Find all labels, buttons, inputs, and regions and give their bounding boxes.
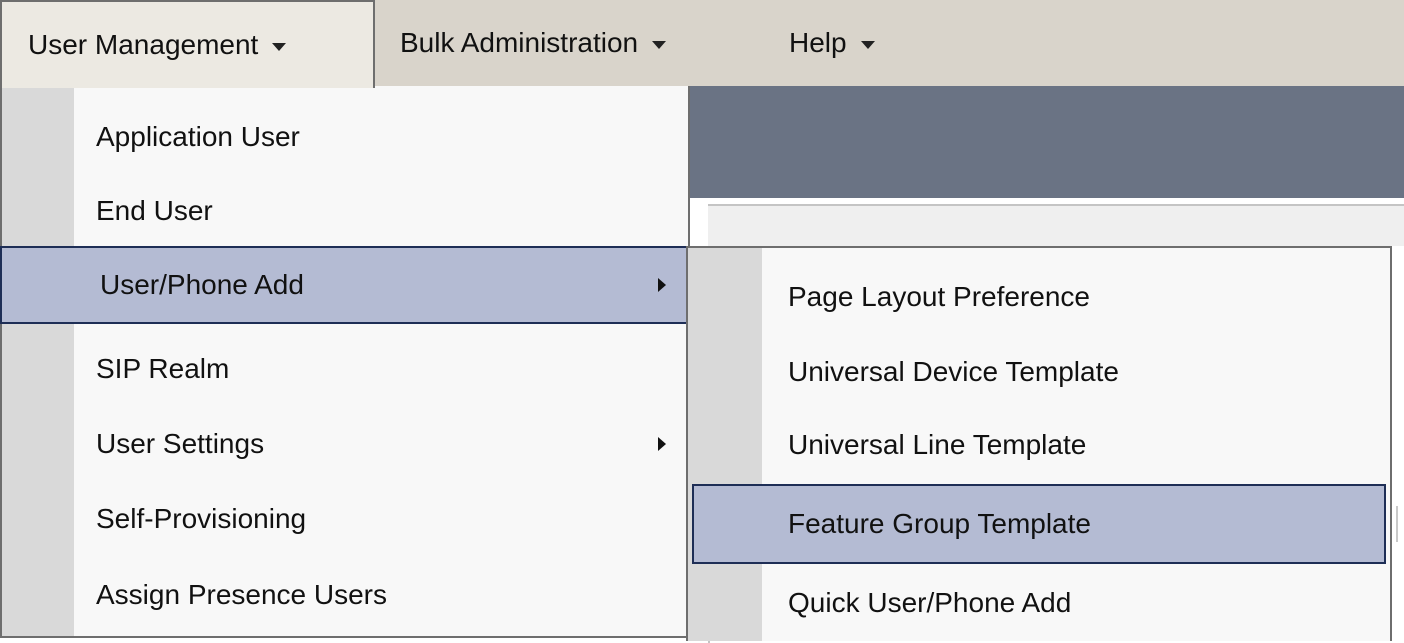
page-divider [1396, 506, 1398, 542]
submenu-item-feature-group-template[interactable]: Feature Group Template [692, 484, 1386, 564]
menu-item-label: Assign Presence Users [96, 579, 388, 610]
menu-user-management-label: User Management [28, 29, 259, 60]
menu-item-label: Application User [96, 121, 300, 152]
menu-item-end-user[interactable]: End User [2, 172, 688, 250]
submenu-item-label: Universal Device Template [788, 356, 1119, 387]
chevron-down-icon [272, 43, 287, 51]
menu-bulk-administration[interactable]: Bulk Administration [400, 0, 667, 86]
user-phone-add-submenu: Page Layout Preference Universal Device … [686, 246, 1392, 641]
menu-user-management[interactable]: User Management [0, 0, 375, 88]
user-management-dropdown: Application User End User User/Phone Add… [0, 86, 690, 638]
page-header-band [690, 86, 1404, 198]
menu-item-label: SIP Realm [96, 353, 230, 384]
menu-item-label: Self-Provisioning [96, 503, 307, 534]
submenu-item-universal-device-template[interactable]: Universal Device Template [688, 333, 1390, 411]
menu-help[interactable]: Help [789, 0, 875, 86]
top-menu-bar: User Management Bulk Administration Help [0, 0, 1404, 88]
menu-item-user-phone-add[interactable]: User/Phone Add [0, 246, 690, 324]
menu-item-user-settings[interactable]: User Settings [2, 405, 688, 483]
chevron-right-icon [658, 437, 666, 451]
page-toolbar [708, 206, 1404, 246]
menu-item-application-user[interactable]: Application User [2, 98, 688, 176]
menu-item-label: User/Phone Add [100, 269, 304, 300]
submenu-item-label: Universal Line Template [788, 429, 1087, 460]
submenu-item-universal-line-template[interactable]: Universal Line Template [688, 406, 1390, 484]
chevron-right-icon [658, 278, 666, 292]
menu-help-label: Help [789, 27, 847, 58]
menu-item-label: User Settings [96, 428, 265, 459]
chevron-down-icon [860, 41, 875, 49]
menu-item-self-provisioning[interactable]: Self-Provisioning [2, 480, 688, 558]
menu-item-assign-presence-users[interactable]: Assign Presence Users [2, 556, 688, 634]
submenu-item-label: Feature Group Template [788, 508, 1091, 539]
menu-item-sip-realm[interactable]: SIP Realm [2, 330, 688, 408]
submenu-item-label: Quick User/Phone Add [788, 587, 1072, 618]
menu-item-label: End User [96, 195, 213, 226]
menu-bulk-administration-label: Bulk Administration [400, 27, 639, 58]
submenu-item-quick-user-phone-add[interactable]: Quick User/Phone Add [688, 564, 1390, 642]
submenu-item-page-layout-preference[interactable]: Page Layout Preference [688, 258, 1390, 336]
submenu-item-label: Page Layout Preference [788, 281, 1090, 312]
chevron-down-icon [652, 41, 667, 49]
